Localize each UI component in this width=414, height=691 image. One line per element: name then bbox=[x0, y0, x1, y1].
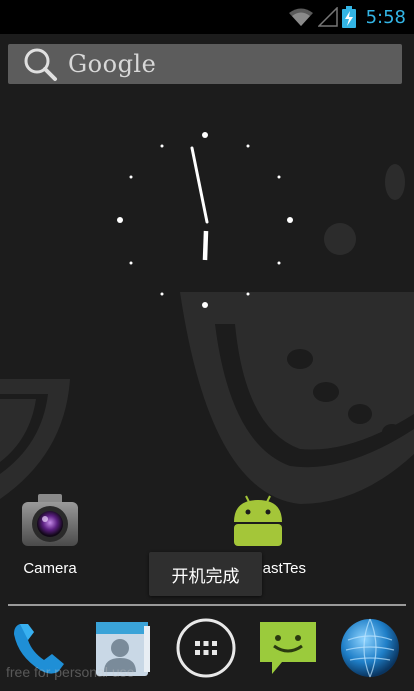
cell-signal-icon bbox=[317, 7, 338, 27]
analog-clock-widget[interactable] bbox=[110, 125, 300, 315]
all-apps-icon[interactable] bbox=[174, 616, 238, 680]
battery-charging-icon bbox=[341, 6, 356, 28]
status-icons: 5:58 bbox=[288, 5, 406, 29]
clock-minute-hand bbox=[190, 146, 209, 224]
dock-divider bbox=[8, 604, 406, 606]
android-icon bbox=[234, 495, 282, 546]
app-camera[interactable]: Camera bbox=[0, 490, 100, 577]
browser-icon[interactable] bbox=[338, 616, 402, 680]
search-icon bbox=[24, 48, 57, 81]
messaging-icon[interactable] bbox=[256, 616, 320, 680]
camera-icon bbox=[22, 494, 78, 546]
app-label-camera: Camera bbox=[23, 560, 77, 577]
status-bar: 5:58 bbox=[0, 0, 414, 34]
google-search-bar[interactable]: Google bbox=[8, 44, 402, 84]
toast-message: 开机完成 bbox=[149, 552, 262, 596]
wifi-icon bbox=[288, 8, 313, 26]
search-label: Google bbox=[68, 50, 157, 78]
watermark: free for personal use bbox=[6, 664, 135, 680]
clock-hour-hand bbox=[202, 230, 209, 261]
status-time: 5:58 bbox=[365, 6, 406, 28]
